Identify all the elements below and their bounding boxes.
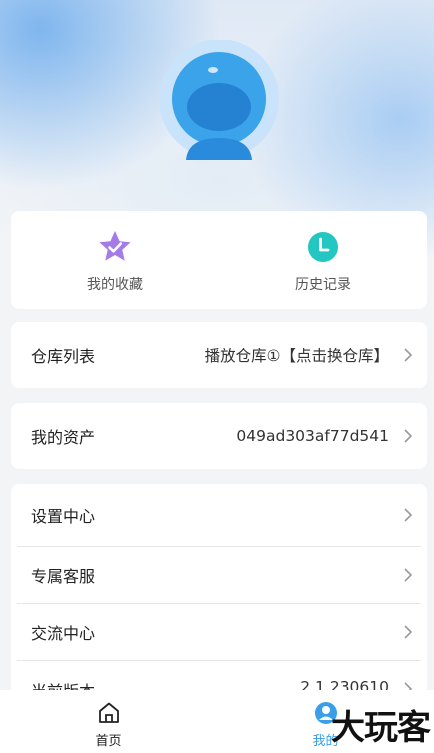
community-row[interactable]: 交流中心 bbox=[11, 604, 427, 660]
warehouse-row[interactable]: 仓库列表 播放仓库①【点击换仓库】 bbox=[11, 322, 427, 388]
favorites-button[interactable]: 我的收藏 bbox=[11, 211, 219, 309]
settings-card: 设置中心 专属客服 交流中心 当前版本 2.1.230610 bbox=[11, 484, 427, 714]
tab-home[interactable]: 首页 bbox=[0, 690, 217, 753]
clock-icon bbox=[308, 232, 338, 262]
assets-title: 我的资产 bbox=[31, 428, 96, 447]
star-icon bbox=[99, 231, 131, 261]
community-title: 交流中心 bbox=[31, 624, 96, 643]
settings-center-title: 设置中心 bbox=[31, 507, 96, 526]
warehouse-title: 仓库列表 bbox=[31, 347, 96, 366]
watermark-logo: 大玩客 bbox=[331, 708, 431, 748]
assets-row[interactable]: 我的资产 049ad303af77d541 bbox=[11, 403, 427, 469]
customer-service-row[interactable]: 专属客服 bbox=[11, 547, 427, 603]
home-icon bbox=[98, 702, 119, 723]
chevron-right-icon bbox=[404, 508, 413, 522]
assets-value: 049ad303af77d541 bbox=[236, 427, 389, 445]
assets-card: 我的资产 049ad303af77d541 bbox=[11, 403, 427, 469]
history-label: 历史记录 bbox=[295, 277, 351, 293]
history-button[interactable]: 历史记录 bbox=[219, 211, 427, 309]
settings-center-row[interactable]: 设置中心 bbox=[11, 484, 427, 546]
chevron-right-icon bbox=[404, 429, 413, 443]
chevron-right-icon bbox=[404, 348, 413, 362]
warehouse-value: 播放仓库①【点击换仓库】 bbox=[204, 347, 389, 365]
tab-home-label: 首页 bbox=[95, 734, 122, 749]
customer-service-title: 专属客服 bbox=[31, 567, 96, 586]
chevron-right-icon bbox=[404, 625, 413, 639]
chevron-right-icon bbox=[404, 568, 413, 582]
favorites-label: 我的收藏 bbox=[87, 277, 143, 293]
avatar[interactable] bbox=[158, 40, 280, 162]
quick-actions-card: 我的收藏 历史记录 bbox=[11, 211, 427, 309]
warehouse-card: 仓库列表 播放仓库①【点击换仓库】 bbox=[11, 322, 427, 388]
